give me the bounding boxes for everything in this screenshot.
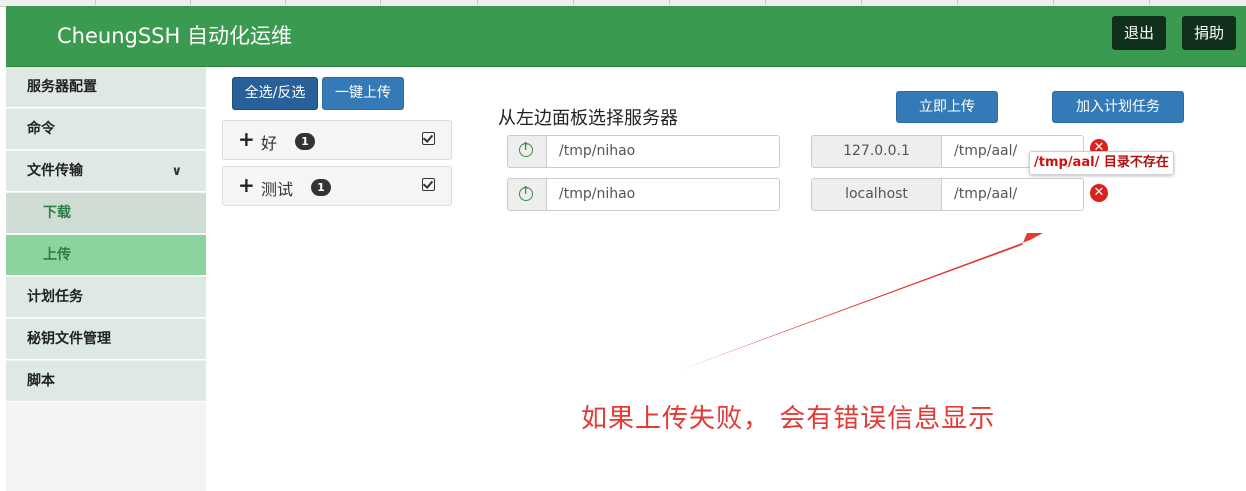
host-label: 127.0.0.1 [811, 135, 942, 168]
sidebar-item-command[interactable]: 命令 [6, 109, 206, 150]
select-all-button[interactable]: 全选/反选 [232, 77, 318, 110]
local-path-input[interactable]: /tmp/nihao [546, 135, 780, 168]
sidebar-item-key-management[interactable]: 秘钥文件管理 [6, 319, 206, 360]
error-path: /tmp/aal/ [1034, 155, 1100, 170]
browser-tab[interactable] [1053, 0, 1054, 5]
plus-icon[interactable]: + [238, 173, 255, 197]
group-name: 好 [261, 134, 278, 153]
error-tooltip: /tmp/aal/ 目录不存在 [1029, 151, 1174, 175]
upload-arrow-icon [519, 140, 533, 157]
remote-path-input[interactable]: /tmp/aal/ [941, 178, 1084, 211]
host-label: localhost [811, 178, 942, 211]
browser-tab[interactable] [477, 0, 478, 5]
browser-tab[interactable] [573, 0, 574, 5]
count-badge: 1 [311, 179, 331, 196]
annotation-text: 如果上传失败， 会有错误信息显示 [581, 404, 996, 434]
chevron-down-icon: ∨ [171, 164, 182, 179]
sidebar-item-scheduled-tasks[interactable]: 计划任务 [6, 277, 206, 318]
upload-now-button[interactable]: 立即上传 [896, 91, 998, 123]
browser-tab[interactable] [765, 0, 766, 5]
sidebar-item-server-config[interactable]: 服务器配置 [6, 67, 206, 108]
sidebar: 服务器配置 命令 文件传输 ∨ 下载 上传 计划任务 秘钥文件管理 脚本 [6, 67, 206, 491]
server-group[interactable]: + 好 1 [222, 120, 452, 160]
browser-tab[interactable] [285, 0, 286, 5]
browser-tab[interactable] [861, 0, 862, 5]
arrow-shape [680, 233, 1043, 370]
sidebar-item-label: 文件传输 [27, 163, 83, 179]
plus-icon[interactable]: + [238, 127, 255, 151]
group-name: 测试 [261, 180, 294, 199]
add-scheduled-task-button[interactable]: 加入计划任务 [1052, 91, 1184, 123]
top-navbar: CheungSSH 自动化运维 退出 捐助 [6, 6, 1246, 67]
browser-tab[interactable] [957, 0, 958, 5]
local-path-input[interactable]: /tmp/nihao [546, 178, 780, 211]
browser-tab[interactable] [95, 0, 96, 5]
error-icon[interactable]: ✕ [1090, 184, 1108, 202]
logout-button[interactable]: 退出 [1112, 16, 1166, 50]
server-group[interactable]: + 测试 1 [222, 166, 452, 206]
sidebar-item-file-transfer[interactable]: 文件传输 ∨ [6, 151, 206, 192]
check-square-icon[interactable] [422, 178, 435, 191]
donate-button[interactable]: 捐助 [1182, 16, 1236, 50]
sidebar-item-upload[interactable]: 上传 [6, 235, 206, 276]
error-message: 目录不存在 [1103, 155, 1169, 170]
upload-arrow-icon [519, 184, 533, 201]
app-brand[interactable]: CheungSSH 自动化运维 [57, 20, 292, 50]
browser-tab[interactable] [380, 0, 381, 5]
browser-tab[interactable] [669, 0, 670, 5]
sidebar-item-download[interactable]: 下载 [6, 193, 206, 234]
browser-tab[interactable] [1149, 0, 1150, 5]
check-square-icon[interactable] [422, 132, 435, 145]
one-click-upload-button[interactable]: 一键上传 [322, 77, 404, 110]
page-heading: 从左边面板选择服务器 [498, 108, 678, 129]
browser-tab[interactable] [190, 0, 191, 5]
count-badge: 1 [295, 133, 315, 150]
sidebar-item-scripts[interactable]: 脚本 [6, 361, 206, 402]
